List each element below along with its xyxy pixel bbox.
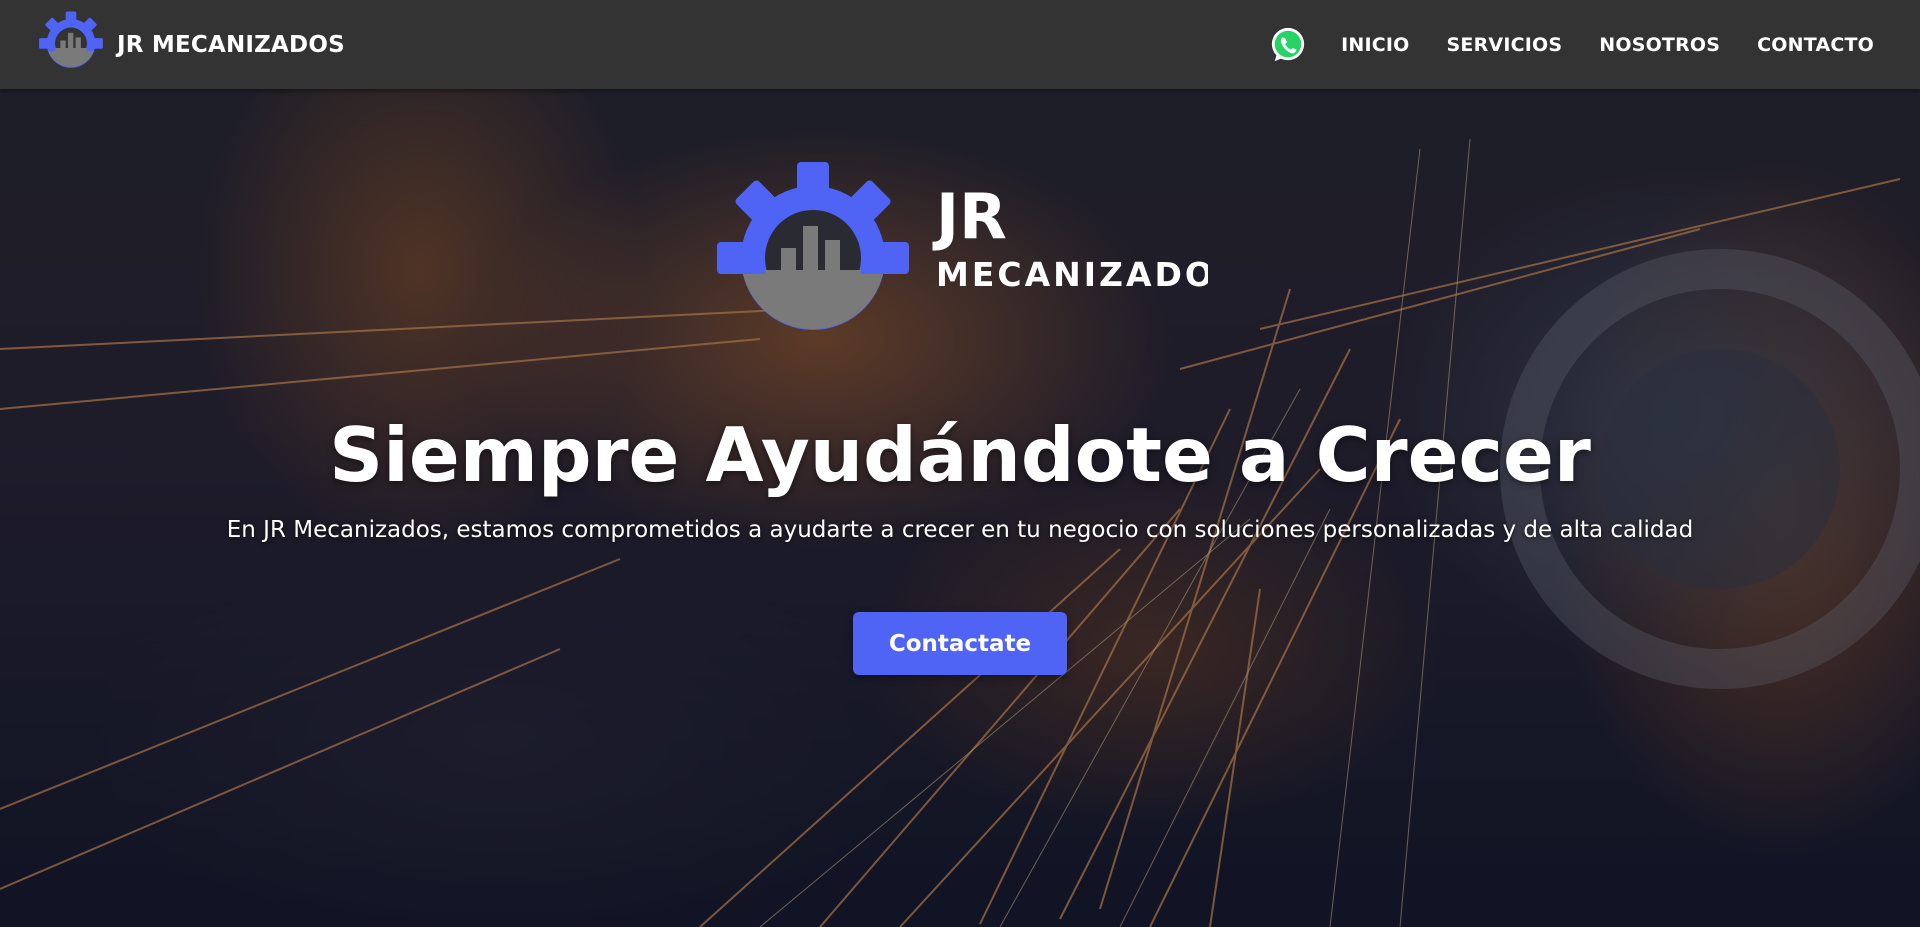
nav-servicios[interactable]: SERVICIOS xyxy=(1447,34,1563,56)
brand[interactable]: JR MECANIZADOS xyxy=(31,8,345,82)
nav-nosotros[interactable]: NOSOTROS xyxy=(1599,34,1720,56)
whatsapp-icon[interactable] xyxy=(1269,26,1307,64)
nav-inicio[interactable]: INICIO xyxy=(1341,34,1409,56)
hero-title: Siempre Ayudándote a Crecer xyxy=(329,411,1591,499)
contact-button[interactable]: Contactate xyxy=(853,612,1067,675)
hero-logo-line1: JR xyxy=(932,180,1007,253)
brand-name: JR MECANIZADOS xyxy=(117,32,345,58)
hero-section: JR MECANIZADOS Siempre Ayudándote a Crec… xyxy=(0,89,1920,927)
gear-chart-icon xyxy=(717,162,909,330)
gear-chart-icon xyxy=(39,11,103,68)
main-nav: INICIO SERVICIOS NOSOTROS CONTACTO xyxy=(1269,0,1874,89)
nav-contacto[interactable]: CONTACTO xyxy=(1757,34,1874,56)
hero-logo: JR MECANIZADOS xyxy=(717,162,1208,330)
navbar: JR MECANIZADOS INICIO SERVICIOS NOSOTROS… xyxy=(0,0,1920,89)
hero-subtitle: En JR Mecanizados, estamos comprometidos… xyxy=(226,517,1694,543)
hero-logo-line2: MECANIZADOS xyxy=(936,255,1208,294)
